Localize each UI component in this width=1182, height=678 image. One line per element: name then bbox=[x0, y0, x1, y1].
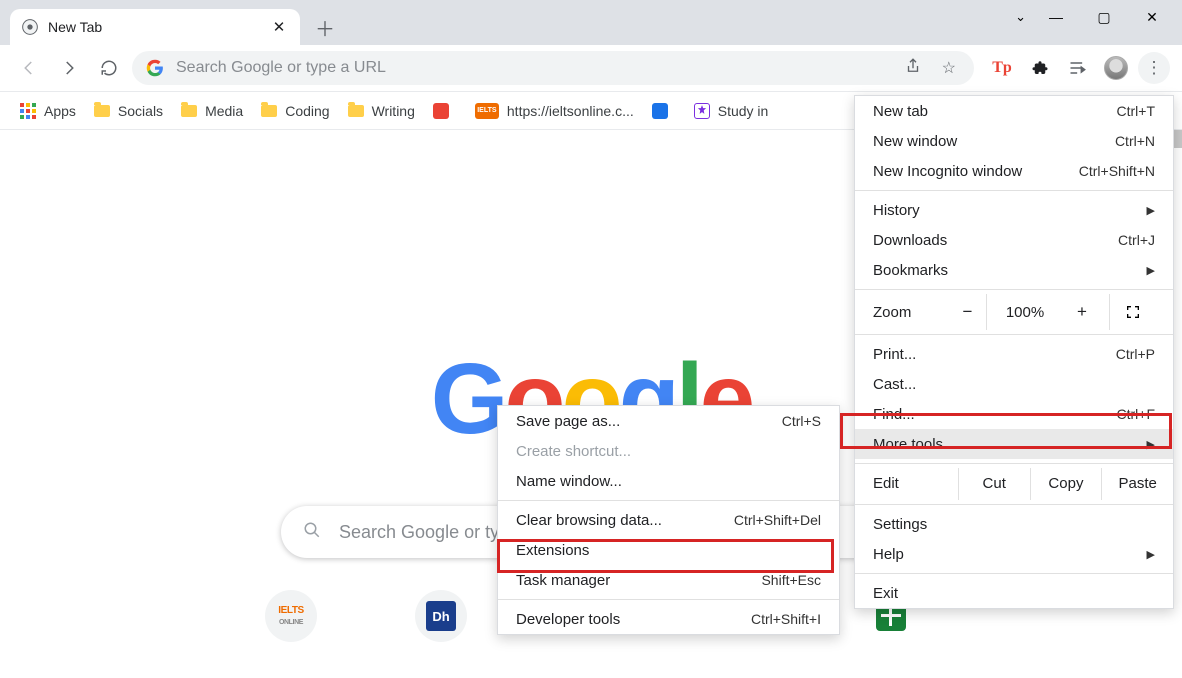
shortcut-tile[interactable]: IELTSONLINE bbox=[265, 590, 317, 642]
apps-icon bbox=[20, 103, 36, 119]
favicon-icon bbox=[433, 103, 449, 119]
tab-title: New Tab bbox=[48, 19, 102, 35]
close-window-button[interactable]: ✕ bbox=[1130, 2, 1174, 32]
more-tools-submenu: Save page as...Ctrl+S Create shortcut...… bbox=[497, 405, 840, 635]
folder-icon bbox=[348, 105, 364, 117]
bookmark-label: Media bbox=[205, 103, 243, 119]
favicon-icon bbox=[652, 103, 668, 119]
menu-item-edit: Edit Cut Copy Paste bbox=[855, 468, 1173, 500]
bookmark-label: https://ieltsonline.c... bbox=[507, 103, 634, 119]
share-icon[interactable] bbox=[900, 57, 926, 80]
address-bar[interactable]: Search Google or type a URL ☆ bbox=[132, 51, 974, 85]
bookmark-link[interactable]: IELTS https://ieltsonline.c... bbox=[475, 103, 634, 119]
edit-copy[interactable]: Copy bbox=[1031, 468, 1103, 500]
tab-close-icon[interactable]: ✕ bbox=[270, 18, 288, 36]
zoom-in-button[interactable]: + bbox=[1063, 294, 1101, 330]
back-button[interactable] bbox=[12, 51, 46, 85]
menu-item-history[interactable]: History▶ bbox=[855, 195, 1173, 225]
menu-item-exit[interactable]: Exit bbox=[855, 578, 1173, 608]
profile-avatar[interactable] bbox=[1100, 52, 1132, 84]
folder-icon bbox=[94, 105, 110, 117]
bookmark-label: Writing bbox=[372, 103, 415, 119]
bookmark-apps[interactable]: Apps bbox=[20, 103, 76, 119]
submenu-item-name-window[interactable]: Name window... bbox=[498, 466, 839, 496]
bookmark-link[interactable]: Study in bbox=[694, 103, 769, 119]
main-menu: New tabCtrl+T New windowCtrl+N New Incog… bbox=[854, 95, 1174, 609]
minimize-button[interactable]: — bbox=[1034, 2, 1078, 32]
submenu-item-task-manager[interactable]: Task managerShift+Esc bbox=[498, 565, 839, 595]
chevron-down-icon[interactable]: ⌄ bbox=[1011, 9, 1030, 25]
fullscreen-button[interactable] bbox=[1109, 294, 1155, 330]
google-g-icon bbox=[146, 59, 164, 77]
menu-item-incognito[interactable]: New Incognito windowCtrl+Shift+N bbox=[855, 156, 1173, 186]
browser-tab[interactable]: New Tab ✕ bbox=[10, 9, 300, 45]
bookmark-folder[interactable]: Socials bbox=[94, 103, 163, 119]
bookmark-folder[interactable]: Writing bbox=[348, 103, 415, 119]
bookmark-label: Study in bbox=[718, 103, 769, 119]
toolbar: Search Google or type a URL ☆ Tp ⋮ bbox=[0, 45, 1182, 92]
titlebar: New Tab ✕ ＋ ⌄ — ▢ ✕ bbox=[0, 0, 1182, 45]
bookmark-link[interactable] bbox=[433, 103, 457, 119]
chrome-icon bbox=[22, 19, 38, 35]
extensions-icon[interactable] bbox=[1024, 52, 1056, 84]
reload-button[interactable] bbox=[92, 51, 126, 85]
bookmark-link[interactable] bbox=[652, 103, 676, 119]
menu-item-bookmarks[interactable]: Bookmarks▶ bbox=[855, 255, 1173, 285]
window-controls: ⌄ — ▢ ✕ bbox=[1011, 2, 1174, 32]
bookmark-star-icon[interactable]: ☆ bbox=[938, 58, 960, 78]
bookmark-folder[interactable]: Media bbox=[181, 103, 243, 119]
menu-item-zoom: Zoom − 100% + bbox=[855, 294, 1173, 330]
menu-item-cast[interactable]: Cast... bbox=[855, 369, 1173, 399]
search-icon bbox=[303, 521, 321, 544]
edit-paste[interactable]: Paste bbox=[1102, 468, 1173, 500]
extension-tp-icon[interactable]: Tp bbox=[986, 52, 1018, 84]
menu-item-new-tab[interactable]: New tabCtrl+T bbox=[855, 96, 1173, 126]
folder-icon bbox=[261, 105, 277, 117]
submenu-item-clear-data[interactable]: Clear browsing data...Ctrl+Shift+Del bbox=[498, 505, 839, 535]
menu-item-print[interactable]: Print...Ctrl+P bbox=[855, 339, 1173, 369]
folder-icon bbox=[181, 105, 197, 117]
forward-button[interactable] bbox=[52, 51, 86, 85]
toolbar-actions: Tp ⋮ bbox=[980, 52, 1170, 84]
omnibox-placeholder: Search Google or type a URL bbox=[176, 59, 888, 77]
menu-item-new-window[interactable]: New windowCtrl+N bbox=[855, 126, 1173, 156]
bookmark-label: Socials bbox=[118, 103, 163, 119]
bookmark-label: Apps bbox=[44, 103, 76, 119]
menu-item-settings[interactable]: Settings bbox=[855, 509, 1173, 539]
more-menu-button[interactable]: ⋮ bbox=[1138, 52, 1170, 84]
favicon-icon bbox=[694, 103, 710, 119]
bookmark-label: Coding bbox=[285, 103, 329, 119]
menu-item-find[interactable]: Find...Ctrl+F bbox=[855, 399, 1173, 429]
zoom-level: 100% bbox=[995, 304, 1055, 321]
menu-item-downloads[interactable]: DownloadsCtrl+J bbox=[855, 225, 1173, 255]
new-tab-button[interactable]: ＋ bbox=[310, 12, 340, 42]
edit-cut[interactable]: Cut bbox=[959, 468, 1031, 500]
bookmark-folder[interactable]: Coding bbox=[261, 103, 329, 119]
zoom-out-button[interactable]: − bbox=[949, 294, 987, 330]
submenu-item-extensions[interactable]: Extensions bbox=[498, 535, 839, 565]
favicon-icon: IELTS bbox=[475, 103, 499, 119]
menu-item-help[interactable]: Help▶ bbox=[855, 539, 1173, 569]
maximize-button[interactable]: ▢ bbox=[1082, 2, 1126, 32]
submenu-item-save-page[interactable]: Save page as...Ctrl+S bbox=[498, 406, 839, 436]
shortcut-tile[interactable]: Dh bbox=[415, 590, 467, 642]
submenu-item-create-shortcut: Create shortcut... bbox=[498, 436, 839, 466]
submenu-item-devtools[interactable]: Developer toolsCtrl+Shift+I bbox=[498, 604, 839, 634]
menu-item-more-tools[interactable]: More tools▶ bbox=[855, 429, 1173, 459]
media-icon[interactable] bbox=[1062, 52, 1094, 84]
